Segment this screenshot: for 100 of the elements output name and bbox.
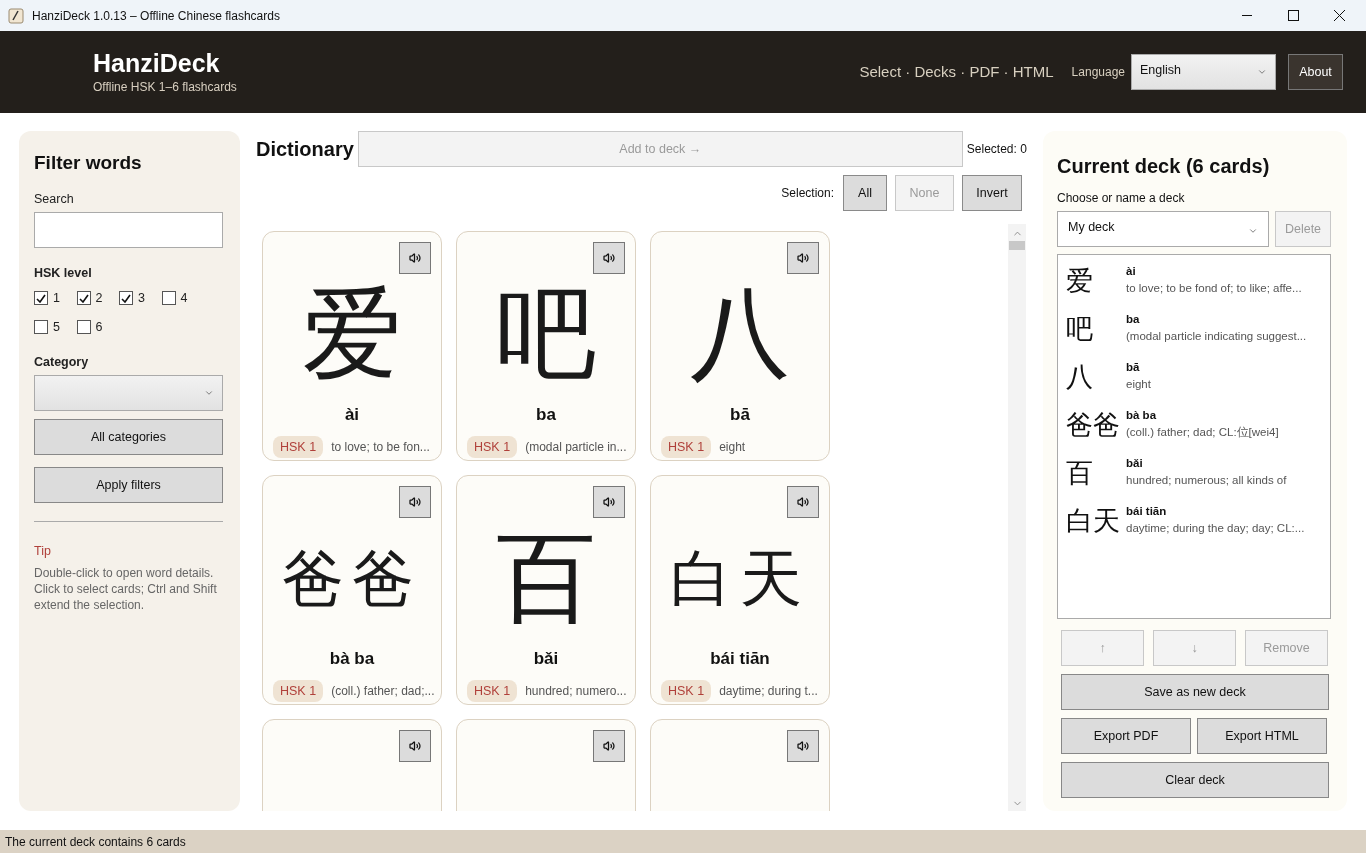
check-icon: [121, 293, 131, 303]
speaker-icon: [603, 252, 615, 264]
selected-count: Selected: 0: [966, 141, 1027, 158]
language-label: Language: [1071, 64, 1125, 81]
speaker-icon: [409, 496, 421, 508]
selection-button[interactable]: Invert: [962, 175, 1022, 211]
word-card[interactable]: 爱 ài HSK 1 to love; to be fon...: [262, 231, 442, 461]
level-checkbox[interactable]: 6: [76, 317, 119, 337]
gloss: daytime; during t...: [719, 682, 818, 700]
deck-item-hanzi: 百: [1066, 456, 1094, 490]
audio-button[interactable]: [399, 486, 431, 518]
level-tag: HSK 1: [661, 679, 712, 703]
search-label: Search: [34, 190, 75, 208]
gloss: (coll.) father; dad;...: [331, 682, 435, 700]
level-tag: HSK 1: [467, 679, 518, 703]
export-button[interactable]: Export HTML: [1197, 718, 1327, 754]
dictionary-title: Dictionary: [256, 137, 354, 162]
speaker-icon: [603, 740, 615, 752]
deck-item[interactable]: 八 bā eight: [1066, 359, 1322, 395]
speaker-icon: [797, 740, 809, 752]
deck-item[interactable]: 爸爸 bà ba (coll.) father; dad; CL:位[wei4]: [1066, 407, 1322, 443]
word-card[interactable]: 百 bǎi HSK 1 hundred; numero...: [456, 475, 636, 705]
pinyin: bǎi: [533, 648, 559, 670]
deck-item-gloss: to love; to be fond of; to like; affe...: [1126, 281, 1302, 297]
clear-deck-button[interactable]: Clear deck: [1061, 762, 1329, 798]
level-checkbox[interactable]: 5: [34, 317, 77, 337]
chevron-down-icon: [1248, 226, 1258, 236]
deck-item[interactable]: 爱 ài to love; to be fond of; to like; affe...: [1066, 263, 1322, 299]
deck-name-label: Choose or name a deck: [1057, 190, 1186, 207]
level-checkbox[interactable]: 2: [76, 289, 119, 308]
word-card[interactable]: 八 bā HSK 1 eight: [650, 231, 830, 461]
deck-title: Current deck (6 cards): [1057, 154, 1271, 179]
filter-button[interactable]: All categories: [34, 419, 223, 456]
pinyin: ba: [536, 404, 556, 426]
word-card[interactable]: 爸爸 bà ba HSK 1 (coll.) father; dad;...: [262, 475, 442, 705]
audio-button[interactable]: [787, 730, 819, 762]
deck-item[interactable]: 白天 bái tiān daytime; during the day; day; CL:...: [1066, 503, 1322, 539]
deck-item-hanzi: 八: [1066, 360, 1094, 394]
level-checkbox[interactable]: 1: [34, 289, 77, 308]
deck-item-pinyin: bǎi: [1126, 456, 1144, 471]
deck-item-pinyin: bà ba: [1126, 408, 1158, 423]
level-tag: HSK 1: [467, 435, 518, 459]
deck-item[interactable]: 百 bǎi hundred; numerous; all kinds of: [1066, 455, 1322, 491]
deck-select[interactable]: My deck: [1057, 211, 1269, 247]
save-deck-button[interactable]: Save as new deck: [1061, 674, 1329, 710]
word-card[interactable]: 吧 ba HSK 1 (modal particle in...: [456, 231, 636, 461]
search-field[interactable]: [34, 212, 223, 249]
maximize-icon: [1287, 10, 1299, 21]
audio-button[interactable]: [787, 486, 819, 518]
filter-button[interactable]: Apply filters: [34, 467, 223, 504]
hanzi: 爱: [302, 274, 402, 394]
gloss: eight: [719, 438, 746, 456]
deck-item-hanzi: 白天: [1066, 504, 1121, 538]
audio-button[interactable]: [593, 730, 625, 762]
gloss: (modal particle in...: [525, 438, 627, 456]
pinyin: bà ba: [329, 648, 375, 670]
audio-button[interactable]: [593, 242, 625, 274]
audio-button[interactable]: [593, 486, 625, 518]
status-text: The current deck contains 6 cards: [5, 833, 186, 851]
deck-item-pinyin: bái tiān: [1126, 504, 1168, 519]
app-icon: [8, 7, 24, 24]
minimize-icon: [1242, 15, 1252, 16]
deck-item-gloss: eight: [1126, 377, 1151, 393]
speaker-icon: [409, 252, 421, 264]
category-label: Category: [34, 353, 90, 371]
level-tag: HSK 1: [273, 435, 324, 459]
language-select[interactable]: English: [1131, 54, 1276, 90]
level-checkbox[interactable]: 3: [119, 289, 162, 308]
tip-title: Tip: [34, 543, 52, 561]
audio-button[interactable]: [399, 730, 431, 762]
chevron-down-icon: [1257, 67, 1267, 77]
app-name: HanziDeck: [93, 48, 221, 78]
speaker-icon: [603, 496, 615, 508]
scrollbar[interactable]: [1008, 224, 1026, 811]
level-tag: HSK 1: [273, 679, 324, 703]
gloss: to love; to be fon...: [331, 438, 430, 456]
hanzi: 爸爸: [282, 540, 422, 617]
pinyin: bā: [730, 404, 750, 426]
selection-label: Selection:: [781, 185, 834, 202]
audio-button[interactable]: [399, 242, 431, 274]
scroll-thumb[interactable]: [1009, 241, 1025, 250]
audio-button[interactable]: [787, 242, 819, 274]
hanzi: 八: [690, 274, 790, 394]
word-card[interactable]: 白天 bái tiān HSK 1 daytime; during t...: [650, 475, 830, 705]
selection-button[interactable]: All: [843, 175, 887, 211]
speaker-icon: [797, 496, 809, 508]
about-button[interactable]: About: [1288, 54, 1343, 90]
nav-links: Select · Decks · PDF · HTML: [859, 61, 1054, 82]
export-button[interactable]: Export PDF: [1061, 718, 1191, 754]
hsk-level-label: HSK level: [34, 265, 93, 283]
deck-item-gloss: daytime; during the day; day; CL:...: [1126, 521, 1305, 537]
check-icon: [36, 293, 46, 303]
deck-item[interactable]: 吧 ba (modal particle indicating suggest...: [1066, 311, 1322, 347]
deck-item-pinyin: bā: [1126, 360, 1141, 375]
tip-text: Double-click to open word details. Click to select cards; Ctrl and Shift extend the selection.: [34, 565, 218, 613]
hanzi: 吧: [496, 274, 596, 394]
category-select[interactable]: [34, 375, 223, 412]
level-checkbox[interactable]: 4: [161, 289, 204, 308]
deck-item-hanzi: 吧: [1066, 312, 1094, 346]
hanzi: 白天: [670, 540, 810, 617]
